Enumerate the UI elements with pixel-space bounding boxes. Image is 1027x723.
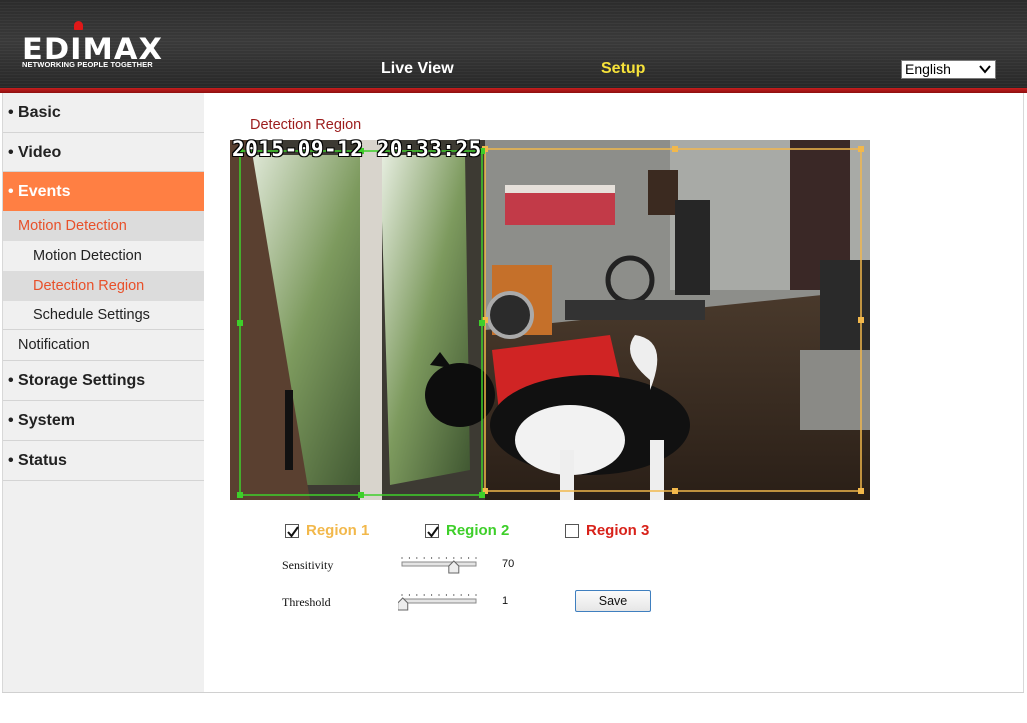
sidebar-item-motion-detection-group[interactable]: Motion Detection	[3, 211, 204, 241]
region-1-checkbox[interactable]	[285, 524, 299, 538]
content-bottom-border	[2, 692, 1024, 693]
language-select[interactable]: English	[901, 60, 996, 79]
sensitivity-value: 70	[502, 558, 515, 570]
video-timestamp: 2015-09-12 20:33:25	[232, 137, 482, 161]
chevron-down-icon	[978, 62, 992, 76]
sidebar: • Basic • Video • Events Motion Detectio…	[2, 93, 204, 693]
threshold-value: 1	[502, 595, 509, 607]
threshold-label: Threshold	[282, 595, 331, 609]
app-root: EDIMAX NETWORKING PEOPLE TOGETHER Live V…	[0, 0, 1027, 723]
region-2-checkbox[interactable]	[425, 524, 439, 538]
sidebar-item-video[interactable]: • Video	[3, 133, 204, 172]
language-selected: English	[905, 61, 951, 77]
sidebar-item-events[interactable]: • Events	[3, 172, 204, 211]
check-icon	[287, 526, 299, 538]
edimax-logo: EDIMAX NETWORKING PEOPLE TOGETHER	[22, 20, 162, 72]
sidebar-item-notification[interactable]: Notification	[3, 330, 204, 361]
sensitivity-label: Sensitivity	[282, 558, 334, 572]
sidebar-item-system[interactable]: • System	[3, 401, 204, 441]
camera-video-feed[interactable]	[230, 140, 870, 500]
region-3-label: Region 3	[586, 522, 650, 539]
sensitivity-slider[interactable]	[398, 556, 480, 574]
threshold-slider[interactable]	[397, 593, 480, 611]
check-icon	[427, 526, 439, 538]
save-button[interactable]: Save	[575, 590, 651, 612]
sidebar-item-motion-detection[interactable]: Motion Detection	[3, 241, 204, 271]
sidebar-item-storage-settings[interactable]: • Storage Settings	[3, 361, 204, 401]
logo-dot	[74, 21, 83, 30]
sidebar-item-basic[interactable]: • Basic	[3, 93, 204, 133]
sidebar-item-schedule-settings[interactable]: Schedule Settings	[3, 301, 204, 330]
page-title: Detection Region	[250, 117, 362, 133]
header-bar: EDIMAX NETWORKING PEOPLE TOGETHER Live V…	[0, 0, 1027, 93]
sidebar-item-status[interactable]: • Status	[3, 441, 204, 481]
content-right-border	[1023, 93, 1024, 693]
logo-tagline: NETWORKING PEOPLE TOGETHER	[22, 60, 153, 69]
region-3-checkbox[interactable]	[565, 524, 579, 538]
sidebar-item-detection-region[interactable]: Detection Region	[3, 271, 204, 301]
nav-setup[interactable]: Setup	[601, 60, 645, 78]
video-scene	[230, 140, 870, 500]
region-1-label: Region 1	[306, 522, 370, 539]
nav-live-view[interactable]: Live View	[381, 60, 454, 78]
region-2-label: Region 2	[446, 522, 510, 539]
